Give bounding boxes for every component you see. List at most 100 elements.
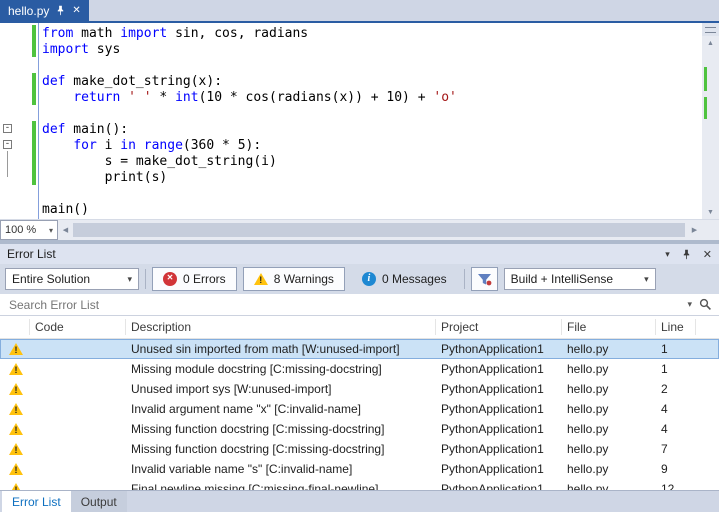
- cell-line: 4: [661, 402, 668, 416]
- scroll-down-arrow[interactable]: ▼: [702, 205, 719, 219]
- tool-window-tab-strip: Error List Output: [0, 490, 719, 512]
- code-line: main(): [0, 201, 702, 217]
- scrollbar-corner: [702, 220, 719, 240]
- error-grid-header: Code Description Project File Line: [0, 316, 719, 339]
- code-editor[interactable]: from math import sin, cos, radians import…: [0, 23, 702, 219]
- scope-selector-value: Entire Solution: [12, 272, 91, 286]
- collapse-toggle-icon[interactable]: -: [3, 140, 12, 149]
- column-file[interactable]: File: [562, 319, 656, 335]
- cell-line: 4: [661, 422, 668, 436]
- scroll-left-arrow[interactable]: ◀: [58, 220, 73, 240]
- warning-icon: [9, 443, 23, 455]
- change-tracking-bar: [32, 89, 36, 105]
- cell-line: 1: [661, 362, 668, 376]
- cell-file: hello.py: [567, 422, 609, 436]
- column-severity[interactable]: [0, 319, 30, 335]
- column-project[interactable]: Project: [436, 319, 562, 335]
- scroll-up-arrow[interactable]: ▲: [702, 36, 719, 50]
- code-text: for i in range(360 * 5):: [73, 138, 262, 153]
- cell-file: hello.py: [567, 442, 609, 456]
- change-tracking-bar: [32, 137, 36, 153]
- outline-guide-line: [7, 151, 8, 177]
- warning-icon: [9, 383, 23, 395]
- column-filter-button[interactable]: [470, 267, 498, 291]
- source-selector[interactable]: Build + IntelliSense ▾: [503, 268, 656, 290]
- warning-icon: [9, 403, 23, 415]
- search-input[interactable]: [7, 296, 681, 313]
- column-line[interactable]: Line: [656, 319, 696, 335]
- cell-file: hello.py: [567, 402, 609, 416]
- column-spacer: [696, 319, 719, 335]
- toolbar-separator: [145, 269, 146, 289]
- warning-icon: [253, 273, 268, 285]
- scroll-right-arrow[interactable]: ▶: [687, 220, 702, 240]
- chevron-down-icon: ▾: [48, 225, 53, 235]
- cell-description: Unused import sys [W:unused-import]: [131, 382, 332, 396]
- close-icon[interactable]: ✕: [72, 5, 80, 16]
- change-tracking-bar: [32, 153, 36, 169]
- cell-project: PythonApplication1: [441, 382, 544, 396]
- errors-filter-label: 0 Errors: [183, 272, 226, 286]
- messages-filter-button[interactable]: 0 Messages: [351, 267, 458, 291]
- error-row[interactable]: Unused sin imported from math [W:unused-…: [0, 339, 719, 359]
- column-code[interactable]: Code: [30, 319, 126, 335]
- messages-filter-label: 0 Messages: [381, 272, 447, 286]
- code-line: - for i in range(360 * 5):: [0, 137, 702, 153]
- chevron-down-icon: ▾: [644, 273, 649, 284]
- tab-output[interactable]: Output: [70, 491, 127, 512]
- change-mark: [704, 97, 707, 119]
- warnings-filter-button[interactable]: 8 Warnings: [242, 267, 345, 291]
- code-area: from math import sin, cos, radians import…: [0, 23, 702, 217]
- scope-selector[interactable]: Entire Solution ▾: [5, 268, 139, 290]
- code-text: print(s): [42, 170, 168, 185]
- cell-line: 1: [661, 342, 668, 356]
- cell-line: 7: [661, 442, 668, 456]
- warning-icon: [9, 363, 23, 375]
- warning-icon: [9, 343, 23, 355]
- cell-file: hello.py: [567, 382, 609, 396]
- code-text: s = make_dot_string(i): [42, 154, 277, 169]
- cell-project: PythonApplication1: [441, 462, 544, 476]
- error-row[interactable]: Unused import sys [W:unused-import] Pytho…: [0, 379, 719, 399]
- editor-split-handle[interactable]: [702, 23, 719, 36]
- chevron-down-icon: ▾: [127, 273, 132, 284]
- code-text: import sys: [42, 42, 121, 57]
- vertical-scroll-track[interactable]: [702, 50, 719, 205]
- error-row[interactable]: Missing module docstring [C:missing-docs…: [0, 359, 719, 379]
- warning-icon: [9, 423, 23, 435]
- error-list-panel: Error List ▾ ✕ Entire Solution ▾ 0 Error…: [0, 244, 719, 491]
- column-description[interactable]: Description: [126, 319, 436, 335]
- error-row[interactable]: Invalid variable name "s" [C:invalid-nam…: [0, 459, 719, 479]
- code-line: return ' ' * int(10 * cos(radians(x)) + …: [0, 89, 702, 105]
- cell-description: Invalid variable name "s" [C:invalid-nam…: [131, 462, 353, 476]
- cell-line: 9: [661, 462, 668, 476]
- horizontal-scroll-thumb[interactable]: [73, 223, 685, 237]
- error-row[interactable]: Invalid argument name "x" [C:invalid-nam…: [0, 399, 719, 419]
- search-options-chevron-icon[interactable]: ▾: [687, 299, 692, 310]
- error-row[interactable]: Missing function docstring [C:missing-do…: [0, 439, 719, 459]
- search-icon[interactable]: [699, 298, 712, 311]
- search-bar: ▾: [0, 294, 719, 316]
- code-line: - def main():: [0, 121, 702, 137]
- window-position-chevron-icon[interactable]: ▾: [665, 249, 670, 260]
- panel-title: Error List: [7, 247, 56, 261]
- errors-filter-button[interactable]: 0 Errors: [152, 267, 237, 291]
- vertical-scrollbar[interactable]: ▲ ▼: [702, 23, 719, 219]
- close-icon[interactable]: ✕: [703, 248, 712, 261]
- collapse-toggle-icon[interactable]: -: [3, 124, 12, 133]
- error-list-title-bar[interactable]: Error List ▾ ✕: [0, 244, 719, 264]
- cell-description: Missing function docstring [C:missing-do…: [131, 442, 385, 456]
- error-row[interactable]: Missing function docstring [C:missing-do…: [0, 419, 719, 439]
- warning-icon: [9, 463, 23, 475]
- cell-project: PythonApplication1: [441, 402, 544, 416]
- pin-icon[interactable]: [55, 5, 66, 16]
- cell-description: Missing function docstring [C:missing-do…: [131, 422, 385, 436]
- pin-icon[interactable]: [681, 249, 692, 260]
- error-list-toolbar: Entire Solution ▾ 0 Errors 8 Warnings 0 …: [0, 264, 719, 294]
- tab-hello-py[interactable]: hello.py ✕: [0, 0, 89, 21]
- cell-line: 2: [661, 382, 668, 396]
- tab-error-list[interactable]: Error List: [2, 491, 71, 512]
- zoom-selector[interactable]: 100 % ▾: [0, 220, 58, 240]
